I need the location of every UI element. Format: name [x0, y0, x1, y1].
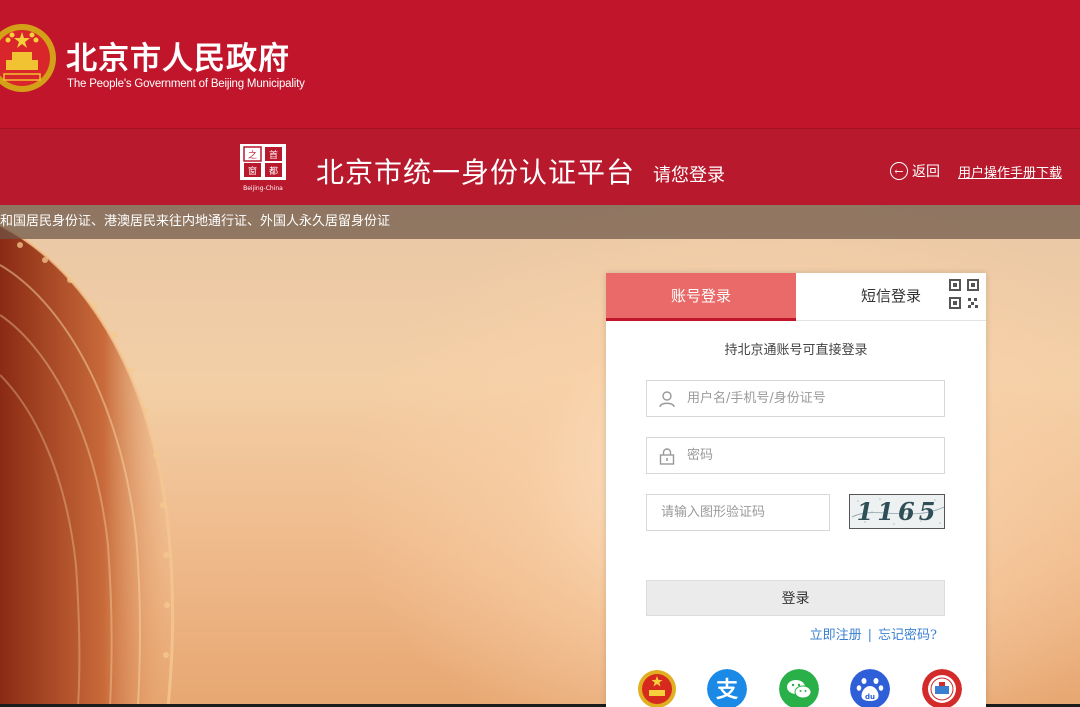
qrcode-icon[interactable]: [948, 278, 980, 310]
back-arrow-icon: ←: [890, 162, 908, 180]
captcha-input[interactable]: [661, 495, 831, 530]
platform-title: 北京市统一身份认证平台: [316, 156, 636, 189]
baidu-icon[interactable]: du: [850, 669, 890, 707]
forgot-password-link[interactable]: 忘记密码?: [878, 628, 937, 643]
login-tabs: 账号登录 短信登录: [606, 273, 986, 321]
svg-text:Beijing-China: Beijing-China: [243, 185, 283, 192]
svg-text:窗: 窗: [248, 165, 257, 177]
captcha-text: 1165: [856, 497, 940, 526]
capital-logo-icon: 之 首 窗 都 Beijing-China: [240, 144, 286, 192]
username-field[interactable]: [646, 380, 945, 417]
svg-text:都: 都: [269, 166, 278, 177]
account-links: 立即注册 | 忘记密码?: [606, 624, 937, 643]
third-party-logins: 支 du: [606, 669, 986, 707]
back-button[interactable]: ← 返回: [890, 161, 940, 181]
login-button[interactable]: 登录: [646, 580, 945, 616]
social-security-icon[interactable]: [922, 669, 962, 707]
platform-subtitle: 请您登录: [653, 165, 725, 186]
user-icon: [647, 381, 687, 416]
password-input[interactable]: [687, 438, 944, 473]
gov-subtitle: The People's Government of Beijing Munic…: [67, 78, 305, 90]
notice-strip: 和国居民身份证、港澳居民来往内地通行证、外国人永久居留身份证: [0, 205, 1080, 239]
svg-text:du: du: [865, 693, 875, 701]
captcha-image[interactable]: 1165: [849, 494, 945, 529]
platform-bar: 之 首 窗 都 Beijing-China 北京市统一身份认证平台 请您登录 ←…: [0, 128, 1080, 205]
captcha-field[interactable]: [646, 494, 831, 531]
login-panel: 账号登录 短信登录 持北京通账号可直接登录 用户名/手机号/身份证号 请输入图形…: [606, 273, 986, 707]
back-label: 返回: [912, 164, 940, 180]
gov-title: 北京市人民政府: [66, 41, 290, 77]
lock-icon: [647, 438, 687, 473]
password-field[interactable]: [646, 437, 945, 474]
gov-emblem-login-icon[interactable]: [637, 669, 677, 707]
login-hint: 持北京通账号可直接登录: [724, 343, 868, 358]
wechat-icon[interactable]: [779, 669, 819, 707]
svg-text:首: 首: [269, 149, 278, 161]
manual-download-link[interactable]: 用户操作手册下载: [958, 162, 1062, 181]
top-header: 北京市人民政府 The People's Government of Beiji…: [0, 0, 1080, 128]
tab-account-login[interactable]: 账号登录: [606, 273, 796, 321]
svg-text:支: 支: [716, 678, 739, 703]
alipay-icon[interactable]: 支: [707, 669, 747, 707]
register-link[interactable]: 立即注册: [810, 628, 862, 643]
svg-text:之: 之: [248, 149, 257, 161]
link-separator: |: [867, 628, 873, 643]
palace-roof-image: [0, 223, 175, 707]
national-emblem-icon: [0, 24, 56, 92]
username-input[interactable]: [687, 381, 944, 416]
